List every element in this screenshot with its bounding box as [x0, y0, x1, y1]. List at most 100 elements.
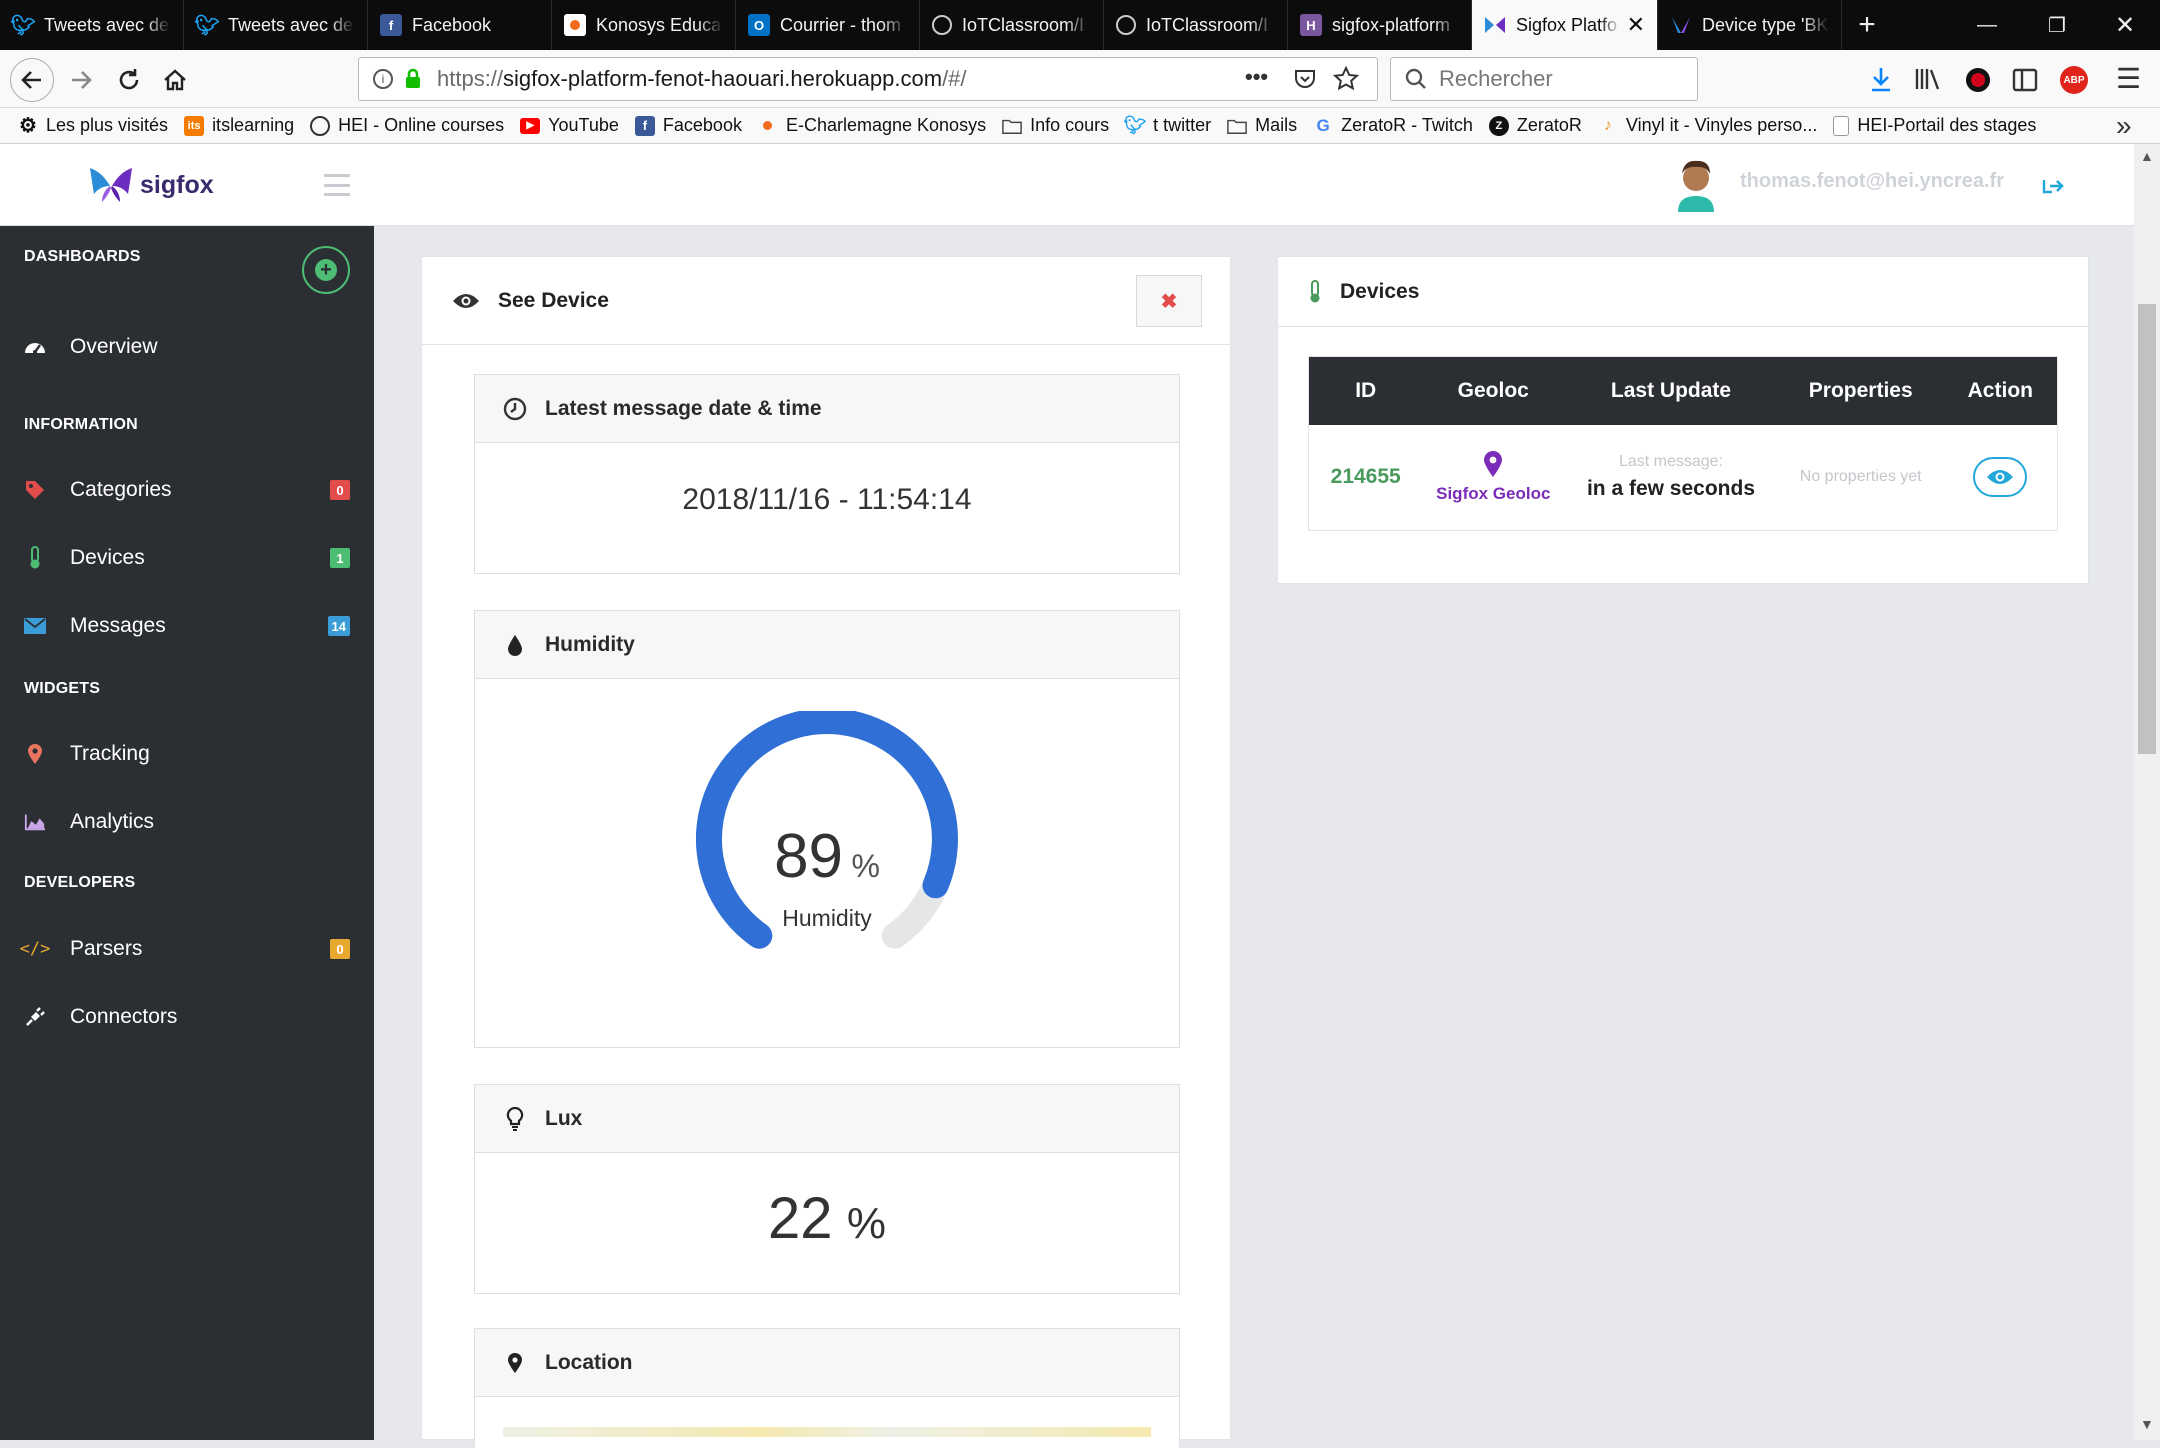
lux-header: Lux: [475, 1085, 1179, 1153]
humidity-value: 89 %: [475, 821, 1179, 892]
browser-tab[interactable]: f Facebook: [368, 0, 552, 50]
column-header-id[interactable]: ID: [1309, 357, 1423, 425]
browser-tab[interactable]: Hsigfox-platform: [1288, 0, 1472, 50]
column-header-last-update[interactable]: Last Update: [1564, 357, 1778, 425]
scroll-down-arrow-icon[interactable]: ▼: [2140, 1416, 2154, 1432]
menu-icon[interactable]: ☰: [2116, 65, 2141, 93]
restore-icon[interactable]: ❐: [2022, 0, 2092, 50]
humidity-header: Humidity: [475, 611, 1179, 679]
bookmarks-overflow-icon[interactable]: »: [2116, 110, 2132, 142]
code-icon: </>: [19, 939, 51, 959]
browser-tab[interactable]: IoTClassroom/I: [1104, 0, 1288, 50]
arrow-left-icon: [21, 71, 41, 89]
bookmark-item[interactable]: ♪ Vinyl it - Vinyles perso...: [1598, 115, 1817, 136]
download-icon[interactable]: [1868, 65, 1894, 93]
bookmark-item[interactable]: ▶ YouTube: [520, 115, 619, 136]
library-icon[interactable]: [1914, 66, 1942, 92]
sidebar-item-overview[interactable]: Overview: [24, 327, 354, 367]
column-header-properties[interactable]: Properties: [1778, 357, 1944, 425]
sidebar-item-connectors[interactable]: Connectors: [24, 997, 354, 1037]
page-icon: [1833, 115, 1850, 136]
facebook-icon: f: [380, 14, 402, 36]
konosys-icon: [758, 116, 778, 136]
brand-logo[interactable]: sigfox: [88, 164, 214, 206]
lux-number: 22: [767, 1186, 833, 1251]
scroll-thumb[interactable]: [2138, 304, 2156, 754]
adblock-icon[interactable]: ABP: [2060, 66, 2088, 94]
dashboard-icon: [24, 336, 46, 358]
logout-icon[interactable]: [2042, 176, 2064, 196]
map-marker-icon: [24, 743, 46, 765]
bookmark-item[interactable]: HEI - Online courses: [310, 115, 504, 136]
browser-tab[interactable]: IoTClassroom/I: [920, 0, 1104, 50]
arrow-right-icon: [72, 71, 92, 89]
back-button[interactable]: [10, 58, 54, 102]
facebook-icon: f: [634, 115, 655, 136]
bookmark-item[interactable]: 🐦︎ t twitter: [1124, 115, 1211, 136]
sidebar-item-devices[interactable]: Devices 1: [24, 538, 354, 578]
close-tab-icon[interactable]: ✕: [1627, 12, 1645, 38]
forward-button[interactable]: [60, 59, 102, 101]
new-tab-button[interactable]: +: [1842, 0, 1892, 50]
close-button[interactable]: ✖: [1136, 275, 1202, 327]
bookmark-folder[interactable]: Info cours: [1002, 115, 1109, 136]
location-map[interactable]: [503, 1427, 1151, 1437]
extension-off-icon[interactable]: [1966, 68, 1990, 92]
sidebar-item-tracking[interactable]: Tracking: [24, 734, 354, 774]
search-bar[interactable]: Rechercher: [1390, 57, 1698, 101]
sidebar-item-categories[interactable]: Categories 0: [24, 470, 354, 510]
browser-tab[interactable]: Device type 'BK: [1658, 0, 1842, 50]
search-placeholder: Rechercher: [1439, 66, 1553, 91]
hamburger-icon[interactable]: [324, 174, 350, 196]
plus-circle-icon: +: [315, 259, 337, 281]
page-actions-icon[interactable]: •••: [1245, 64, 1268, 90]
plug-icon: [24, 1006, 46, 1028]
bookmark-item[interactable]: G ZeratoR - Twitch: [1313, 115, 1473, 136]
view-device-button[interactable]: [1973, 457, 2028, 498]
bookmark-item[interactable]: f Facebook: [634, 115, 742, 136]
browser-tab[interactable]: Konosys Educat: [552, 0, 736, 50]
browser-tab[interactable]: 🐦︎ Tweets avec de: [0, 0, 184, 50]
geoloc-cell[interactable]: Sigfox Geoloc: [1422, 425, 1564, 531]
bookmark-item[interactable]: E-Charlemagne Konosys: [758, 115, 986, 136]
star-icon[interactable]: [1333, 66, 1359, 92]
humidity-unit: %: [851, 848, 880, 884]
close-window-icon[interactable]: ✕: [2090, 0, 2160, 50]
table-header-row: ID Geoloc Last Update Properties Action: [1308, 356, 2058, 425]
youtube-icon: ▶: [520, 117, 541, 134]
device-id-link[interactable]: 214655: [1309, 425, 1423, 531]
bookmark-item[interactable]: Z ZeratoR: [1488, 115, 1582, 136]
sidebar-section-dashboards: DASHBOARDS: [24, 248, 141, 265]
sidebar-section-developers: DEVELOPERS: [24, 874, 136, 891]
avatar[interactable]: [1672, 156, 1720, 212]
add-dashboard-button[interactable]: +: [302, 246, 350, 294]
pocket-icon[interactable]: [1293, 67, 1317, 91]
sidebar-item-analytics[interactable]: Analytics: [24, 802, 354, 842]
minimize-icon[interactable]: —: [1952, 0, 2022, 50]
sidebar-section-widgets: WIDGETS: [24, 680, 101, 697]
bookmark-item[interactable]: its itslearning: [184, 115, 294, 136]
brand-name: sigfox: [140, 170, 214, 199]
home-button[interactable]: [154, 59, 196, 101]
browser-tab[interactable]: 🐦︎ Tweets avec de: [184, 0, 368, 50]
reload-button[interactable]: [108, 59, 150, 101]
sidebar-item-messages[interactable]: Messages 14: [24, 606, 354, 646]
browser-tab-active[interactable]: Sigfox Platfo ✕: [1472, 0, 1658, 50]
user-email[interactable]: thomas.fenot@hei.yncrea.fr: [1740, 170, 2004, 193]
scroll-up-arrow-icon[interactable]: ▲: [2140, 148, 2154, 164]
column-header-geoloc[interactable]: Geoloc: [1422, 357, 1564, 425]
browser-tab[interactable]: O Courrier - thom: [736, 0, 920, 50]
bookmark-item[interactable]: HEI-Portail des stages: [1833, 115, 2036, 136]
sidebar-item-parsers[interactable]: </> Parsers 0: [19, 929, 354, 969]
info-icon[interactable]: i: [373, 69, 393, 89]
sidebar-toggle-icon[interactable]: [2012, 68, 2038, 92]
bookmark-item[interactable]: ⚙ Les plus visités: [18, 115, 168, 137]
url-bar[interactable]: i https://sigfox-platform-fenot-haouari.…: [358, 57, 1378, 101]
latest-message-header: Latest message date & time: [475, 375, 1179, 443]
column-header-action[interactable]: Action: [1944, 357, 2058, 425]
bookmark-folder[interactable]: Mails: [1227, 115, 1297, 136]
table-row: 214655 Sigfox Geoloc Last message: in a …: [1309, 425, 2058, 531]
envelope-icon: [24, 615, 46, 637]
page-scrollbar[interactable]: ▲ ▼: [2134, 144, 2160, 1440]
sidebar-section-information: INFORMATION: [24, 416, 138, 433]
